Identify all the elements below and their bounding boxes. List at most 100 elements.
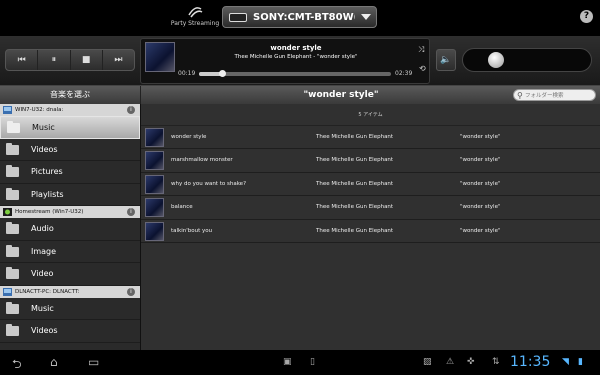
track-album: "wonder style" — [460, 227, 501, 234]
device-icon — [229, 12, 247, 22]
source-item-label: Videos — [31, 326, 58, 335]
party-streaming-icon — [188, 7, 203, 18]
volume-icon[interactable]: 🔈 — [436, 49, 456, 71]
folder-icon — [6, 301, 19, 314]
source-item-label: Video — [31, 269, 54, 278]
source-item-audio[interactable]: Audio — [0, 218, 140, 241]
previous-icon: ⏮ — [17, 55, 26, 65]
folder-icon — [6, 187, 19, 200]
source-item-playlists[interactable]: Playlists — [0, 184, 140, 206]
server-header: DLNACTT-PC: DLNACTT: i — [0, 285, 140, 298]
transport-controls: ⏮ ⏸ ■ ⏭ — [5, 49, 135, 71]
volume-slider[interactable] — [462, 48, 592, 72]
track-title: wonder style — [171, 134, 207, 140]
folder-icon — [6, 267, 19, 279]
info-icon[interactable]: i — [127, 287, 135, 296]
info-icon[interactable]: i — [127, 208, 135, 216]
browse-header: 音楽を選ぶ — [0, 86, 141, 104]
current-folder-title: "wonder style" — [303, 90, 379, 100]
source-item-label: Videos — [31, 144, 58, 154]
gamepad-icon: ✜ — [467, 357, 475, 367]
source-item-label: Music — [31, 303, 54, 313]
track-title: balance — [171, 204, 193, 211]
source-item-image[interactable]: Image — [0, 241, 140, 263]
source-item-videos-2[interactable]: Videos — [0, 320, 140, 343]
source-item-label: Audio — [31, 224, 54, 233]
source-item-label: Pictures — [31, 167, 63, 176]
source-item-label: Music — [32, 123, 55, 132]
track-album: "wonder style" — [460, 204, 501, 211]
track-artist: Thee Michelle Gun Elephant — [316, 157, 394, 164]
system-bar: ⮌ ⌂ ▭ ▣ ▯ ▨ ⚠ ✜ ⇅ 11:35 ◥ ▮ — [0, 350, 600, 375]
folder-icon — [6, 142, 19, 155]
search-icon: ⚲ — [517, 91, 523, 100]
server-name: Homestream (Win7-U32) — [15, 209, 84, 215]
folder-icon — [6, 222, 19, 234]
track-album: "wonder style" — [460, 157, 501, 164]
source-item-label: Image — [31, 246, 57, 256]
folder-search-input[interactable] — [525, 90, 593, 101]
track-row[interactable]: marshmallow monster Thee Michelle Gun El… — [141, 149, 600, 173]
track-row[interactable]: wonder style Thee Michelle Gun Elephant … — [141, 126, 600, 150]
device-name: SONY:CMT-BT80W(B) 0 — [253, 11, 355, 23]
server-name: WIN7-U32: dnala: — [15, 107, 64, 113]
pause-button[interactable]: ⏸ — [38, 50, 71, 70]
party-streaming-button[interactable]: Party Streaming — [170, 3, 220, 27]
party-streaming-label: Party Streaming — [170, 20, 220, 27]
track-artist: Thee Michelle Gun Elephant — [316, 180, 394, 187]
item-count: 5 アイテム — [141, 104, 600, 126]
stop-button[interactable]: ■ — [71, 50, 103, 70]
track-artist: Thee Michelle Gun Elephant — [316, 204, 394, 211]
chevron-down-icon — [361, 14, 371, 20]
server-name: DLNACTT-PC: DLNACTT: — [15, 288, 80, 295]
app-notification-icon: ▯ — [310, 357, 315, 367]
folder-icon — [6, 244, 19, 257]
back-icon[interactable]: ⮌ — [12, 355, 22, 375]
homestream-icon — [3, 208, 12, 216]
top-bar: Party Streaming SONY:CMT-BT80W(B) 0 ? — [0, 0, 600, 36]
progress-bar[interactable] — [199, 70, 391, 77]
source-item-music-2[interactable]: Music — [0, 298, 140, 320]
repeat-icon[interactable]: ⟲ — [419, 64, 426, 73]
track-title: marshmallow monster — [171, 157, 233, 164]
source-item-video[interactable]: Video — [0, 263, 140, 286]
source-browser: WIN7-U32: dnala: i Music Videos Pictures… — [0, 104, 141, 350]
previous-button[interactable]: ⏮ — [6, 50, 39, 70]
track-title: why do you want to shake? — [171, 180, 246, 187]
track-album: "wonder style" — [460, 180, 501, 187]
source-item-music[interactable]: Music — [0, 116, 140, 139]
home-icon[interactable]: ⌂ — [50, 355, 58, 369]
track-thumbnail — [145, 128, 164, 147]
track-row[interactable]: why do you want to shake? Thee Michelle … — [141, 173, 600, 197]
track-thumbnail — [145, 174, 164, 194]
source-item-pictures[interactable]: Pictures — [0, 161, 140, 184]
server-icon — [3, 287, 12, 296]
track-row[interactable]: balance Thee Michelle Gun Elephant "wond… — [141, 196, 600, 220]
shuffle-icon[interactable]: ⤨ — [418, 45, 424, 55]
progress-handle[interactable] — [219, 70, 227, 77]
content-header: "wonder style" ⚲ — [141, 86, 600, 104]
next-button[interactable]: ⏭ — [103, 50, 134, 70]
folder-icon — [6, 165, 19, 177]
help-button[interactable]: ? — [580, 10, 593, 23]
folder-icon — [7, 121, 20, 133]
folder-search[interactable]: ⚲ — [513, 89, 596, 101]
recent-apps-icon[interactable]: ▭ — [88, 355, 99, 369]
track-album: "wonder style" — [460, 134, 501, 140]
clock: 11:35 — [510, 354, 551, 370]
picture-icon: ▨ — [423, 357, 432, 367]
elapsed-time: 00:19 — [178, 70, 196, 77]
sync-icon: ⇅ — [492, 357, 500, 367]
track-artist: Thee Michelle Gun Elephant — [316, 134, 394, 140]
source-item-videos[interactable]: Videos — [0, 139, 140, 161]
wifi-icon: ◥ — [562, 357, 569, 367]
now-playing-panel: wonder style Thee Michelle Gun Elephant … — [140, 38, 430, 84]
next-icon: ⏭ — [114, 55, 123, 65]
server-icon — [3, 106, 12, 114]
track-row[interactable]: talkin'bout you Thee Michelle Gun Elepha… — [141, 220, 600, 243]
server-header: Homestream (Win7-U32) i — [0, 206, 140, 218]
volume-handle[interactable] — [488, 52, 505, 68]
battery-icon: ▮ — [578, 357, 583, 367]
device-selector[interactable]: SONY:CMT-BT80W(B) 0 — [222, 6, 377, 28]
info-icon[interactable]: i — [127, 106, 135, 114]
